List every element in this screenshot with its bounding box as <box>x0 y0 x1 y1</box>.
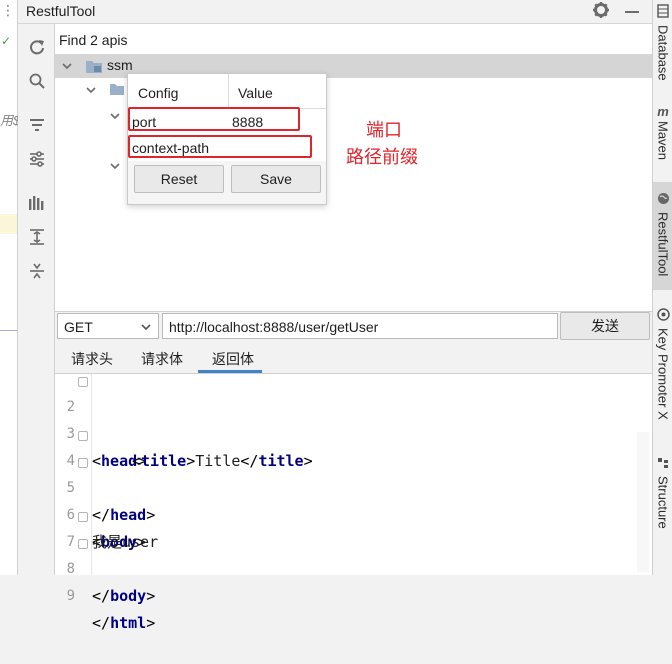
refresh-icon[interactable] <box>26 36 48 58</box>
value-column-header: Value <box>238 85 273 101</box>
save-button[interactable]: Save <box>231 165 321 193</box>
settings-sliders-icon[interactable] <box>26 148 48 170</box>
port-annotation: 端口 <box>366 120 402 140</box>
minimize-icon[interactable] <box>625 11 639 13</box>
key-promoter-tab[interactable]: Key Promoter X <box>653 308 672 420</box>
chevron-down-icon[interactable] <box>61 59 73 75</box>
code-line: 8 </html> <box>55 529 652 632</box>
method-select[interactable]: GET <box>57 313 159 339</box>
key-promoter-tab-label: Key Promoter X <box>655 328 671 420</box>
tree-root-label: ssm <box>107 57 133 73</box>
tab-request-body[interactable]: 请求体 <box>141 349 183 369</box>
method-value: GET <box>64 319 93 335</box>
module-folder-icon <box>85 58 103 77</box>
fold-marker-icon[interactable] <box>78 512 88 522</box>
send-button[interactable]: 发送 <box>560 312 650 340</box>
port-highlight-box <box>128 107 300 131</box>
request-bar: GET http://localhost:8888/user/getUser 发… <box>55 311 652 343</box>
fold-marker-icon[interactable] <box>78 431 88 441</box>
collapse-all-icon[interactable] <box>26 260 48 282</box>
side-toolbar <box>18 24 55 575</box>
chevron-down-icon <box>140 320 152 336</box>
code-line: 2 <head> <box>55 367 652 470</box>
search-icon[interactable] <box>26 70 48 92</box>
url-text: http://localhost:8888/user/getUser <box>169 319 379 335</box>
tool-window-title: RestfulTool <box>26 3 96 19</box>
database-tab-label: Database <box>655 25 671 81</box>
code-line: 3 <title>Title</title> <box>55 394 652 470</box>
fold-marker-icon[interactable] <box>78 377 88 387</box>
editor-slice: ⋮ ✓ 用$ <box>0 0 20 575</box>
tab-response-body[interactable]: 返回体 <box>212 349 254 369</box>
key-promoter-icon <box>656 308 670 324</box>
structure-tab-label: Structure <box>655 476 671 529</box>
right-tool-stripe: Database m Maven RestfulTool Key Promote… <box>652 0 672 575</box>
response-code-editor[interactable]: 2 <head> 3 <title>Title</title> 4 </head… <box>55 374 652 632</box>
context-path-annotation: 路径前缀 <box>346 147 418 167</box>
database-tab[interactable]: Database <box>653 4 672 81</box>
structure-tab[interactable]: Structure <box>653 456 672 529</box>
code-line: 7 </body> <box>55 502 652 605</box>
editor-highlight-line <box>0 214 17 234</box>
code-line: 4 </head> <box>55 421 652 524</box>
code-line: 5 <body> <box>55 448 652 551</box>
check-icon: ✓ <box>1 34 12 48</box>
package-folder-icon <box>109 82 125 99</box>
column-divider <box>228 74 229 108</box>
database-icon <box>657 4 669 21</box>
structure-icon <box>657 456 669 472</box>
fold-marker-icon[interactable] <box>78 458 88 468</box>
bars-icon[interactable] <box>26 192 48 214</box>
code-line: 6 我是user <box>55 475 652 551</box>
chevron-down-icon[interactable] <box>109 109 121 125</box>
chevron-down-icon[interactable] <box>109 159 121 175</box>
filter-icon[interactable] <box>26 114 48 136</box>
globe-icon <box>657 192 670 208</box>
config-column-header: Config <box>138 85 179 101</box>
config-table-header: Config Value <box>128 74 326 109</box>
gear-icon[interactable] <box>592 1 610 21</box>
editor-divider <box>0 330 17 331</box>
tool-window-header: RestfulTool <box>18 0 652 24</box>
maven-tab[interactable]: m Maven <box>653 104 672 160</box>
api-count-label: Find 2 apis <box>59 32 128 48</box>
restfultool-tab[interactable]: RestfulTool <box>653 182 672 290</box>
scrollbar-track[interactable] <box>637 432 649 572</box>
tab-request-headers[interactable]: 请求头 <box>71 349 113 369</box>
line-number: 9 <box>66 588 75 604</box>
chevron-down-icon[interactable] <box>85 83 97 99</box>
code-line: 9 <box>55 556 652 604</box>
url-input[interactable]: http://localhost:8888/user/getUser <box>162 313 558 339</box>
restfultool-tab-label: RestfulTool <box>655 212 671 277</box>
expand-all-icon[interactable] <box>26 226 48 248</box>
maven-icon: m <box>657 104 669 119</box>
reset-button[interactable]: Reset <box>134 165 224 193</box>
more-dots-icon[interactable]: ⋮ <box>1 2 15 19</box>
fold-marker-icon[interactable] <box>78 539 88 549</box>
maven-tab-label: Maven <box>655 121 671 161</box>
context-path-highlight-box <box>128 135 312 158</box>
